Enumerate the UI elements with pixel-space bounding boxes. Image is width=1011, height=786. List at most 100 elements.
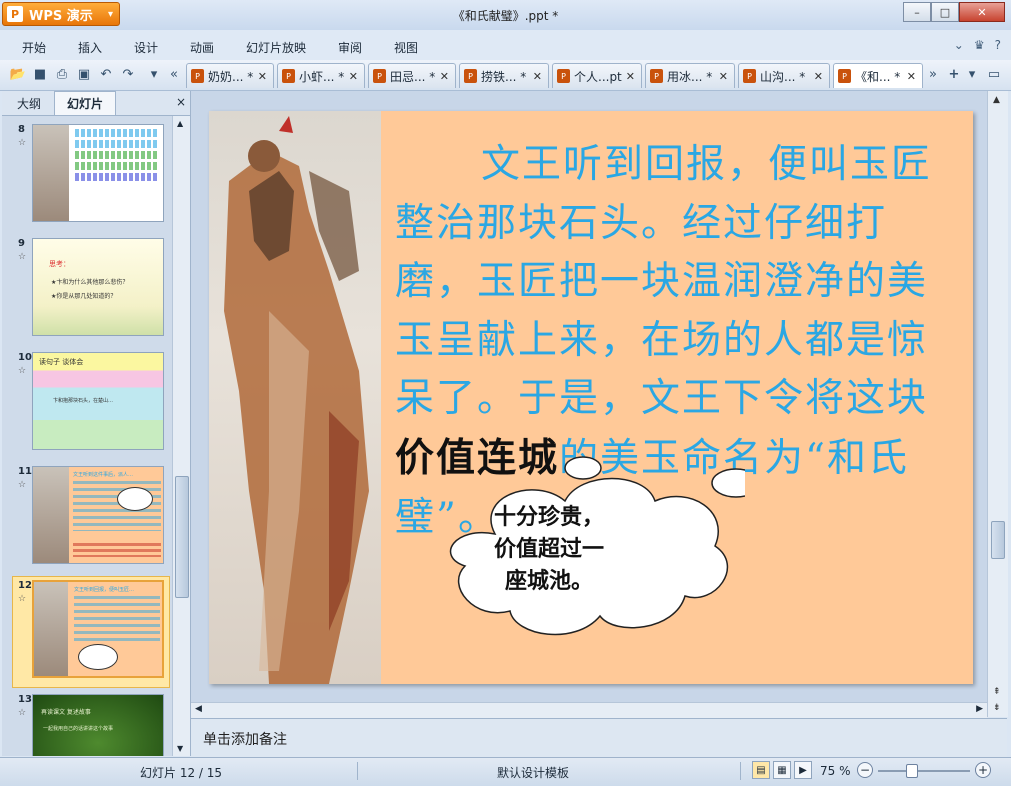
chevron-down-icon[interactable]: ⌄ bbox=[954, 38, 964, 52]
close-tab-icon[interactable]: ✕ bbox=[814, 70, 823, 83]
maximize-button[interactable]: □ bbox=[931, 2, 959, 22]
redo-icon[interactable]: ↷ bbox=[120, 66, 136, 82]
ppt-file-icon: P bbox=[743, 69, 756, 83]
open-folder-icon[interactable]: 📂 bbox=[10, 66, 26, 82]
doc-tab-1[interactable]: P 奶奶... * ✕ bbox=[186, 63, 274, 88]
save-icon[interactable]: ■ bbox=[32, 66, 48, 82]
doc-tab-8-active[interactable]: P 《和... * ✕ bbox=[833, 63, 923, 88]
panel-scrollbar[interactable]: ▲ ▼ bbox=[172, 116, 190, 756]
notes-pane[interactable]: 单击添加备注 bbox=[191, 718, 1007, 757]
tab-scroll-left-icon[interactable]: « bbox=[166, 66, 182, 82]
menu-view[interactable]: 视图 bbox=[394, 39, 418, 56]
thumb-line: 文王听到这件事后，派人… bbox=[73, 472, 134, 478]
editor-vertical-scrollbar[interactable]: ▲ ⇞ ⇟ bbox=[987, 91, 1008, 717]
menu-insert[interactable]: 插入 bbox=[78, 39, 102, 56]
ppt-file-icon: P bbox=[191, 69, 204, 83]
close-tab-icon[interactable]: ✕ bbox=[907, 70, 916, 83]
doc-tab-4[interactable]: P 捞铁... * ✕ bbox=[459, 63, 549, 88]
editor-scroll-thumb[interactable] bbox=[991, 521, 1005, 559]
warrior-image bbox=[34, 582, 68, 676]
doc-tab-2[interactable]: P 小虾... * ✕ bbox=[277, 63, 365, 88]
text-before-bold: 文王听到回报，便叫玉匠整治那块石头。经过仔细打磨，玉匠把一块温润澄净的美玉呈献上… bbox=[395, 142, 933, 422]
title-bar: P WPS 演示 ▾ 《和氏献璧》.ppt * – □ ✕ bbox=[0, 0, 1011, 30]
close-window-button[interactable]: ✕ bbox=[959, 2, 1005, 22]
slide-thumbnail-12[interactable]: 文王听到回报，便叫玉匠… bbox=[32, 580, 164, 678]
close-tab-icon[interactable]: ✕ bbox=[440, 70, 449, 83]
slide-thumbnail-8[interactable] bbox=[32, 124, 164, 222]
tab-outline[interactable]: 大纲 bbox=[4, 91, 54, 115]
close-tab-icon[interactable]: ✕ bbox=[349, 70, 358, 83]
next-slide-icon[interactable]: ⇟ bbox=[993, 703, 1001, 713]
customize-arrow-icon[interactable]: ▾ bbox=[146, 66, 162, 82]
window-title: 《和氏献璧》.ppt * bbox=[452, 9, 559, 23]
slide-thumbnail-10[interactable]: 读句子 谈体会 卞和抱那块石头，在楚山… bbox=[32, 352, 164, 450]
callout-line: 价值超过一 bbox=[493, 536, 604, 562]
normal-view-button[interactable]: ▤ bbox=[752, 761, 770, 779]
animation-star-icon: ☆ bbox=[18, 138, 27, 148]
thumb-line: 一起我用自己的话讲讲这个故事 bbox=[43, 726, 114, 732]
divider bbox=[357, 762, 358, 780]
template-name: 默认设计模板 bbox=[497, 766, 570, 780]
chevron-down-icon[interactable]: ▾ bbox=[964, 66, 980, 82]
prev-slide-icon[interactable]: ⇞ bbox=[993, 687, 1001, 697]
close-tab-icon[interactable]: ✕ bbox=[626, 70, 635, 83]
tab-scroll-right-icon[interactable]: » bbox=[925, 66, 941, 82]
scroll-right-icon[interactable]: ▶ bbox=[976, 704, 983, 714]
minimize-button[interactable]: – bbox=[903, 2, 931, 22]
scroll-down-icon[interactable]: ▼ bbox=[177, 744, 183, 753]
quick-access-toolbar: 📂 ■ ⎙ ▣ ↶ ↷ ▾ « P 奶奶... * ✕ P 小虾... * ✕ P 田忌.… bbox=[0, 60, 1011, 91]
tab-slides[interactable]: 幻灯片 bbox=[54, 91, 116, 115]
skin-icon[interactable]: ♛ bbox=[974, 38, 985, 52]
slide-number: 13 bbox=[18, 694, 32, 705]
doc-tab-7[interactable]: P 山沟... * ✕ bbox=[738, 63, 830, 88]
menu-animation[interactable]: 动画 bbox=[190, 39, 214, 56]
ppt-file-icon: P bbox=[282, 69, 295, 83]
close-panel-icon[interactable]: × bbox=[176, 95, 186, 109]
slideshow-button[interactable]: ▶ bbox=[794, 761, 812, 779]
close-tab-icon[interactable]: ✕ bbox=[719, 70, 728, 83]
menu-design[interactable]: 设计 bbox=[134, 39, 158, 56]
animation-star-icon: ☆ bbox=[18, 252, 27, 262]
scroll-left-icon[interactable]: ◀ bbox=[195, 704, 202, 714]
doc-tab-label: 奶奶... * bbox=[208, 69, 254, 84]
doc-tab-6[interactable]: P 用冰... * ✕ bbox=[645, 63, 735, 88]
panel-scroll-thumb[interactable] bbox=[175, 476, 189, 598]
menu-home[interactable]: 开始 bbox=[22, 39, 46, 56]
window-layout-icon[interactable]: ▭ bbox=[986, 66, 1002, 82]
warrior-picture[interactable] bbox=[209, 111, 381, 684]
print-preview-icon[interactable]: ▣ bbox=[76, 66, 92, 82]
doc-tab-5[interactable]: P 个人...pt ✕ bbox=[552, 63, 642, 88]
zoom-slider[interactable] bbox=[878, 770, 970, 772]
slide-thumbnail-11[interactable]: 文王听到这件事后，派人… bbox=[32, 466, 164, 564]
close-tab-icon[interactable]: ✕ bbox=[258, 70, 267, 83]
warrior-illustration-icon bbox=[224, 116, 369, 684]
undo-icon[interactable]: ↶ bbox=[98, 66, 114, 82]
zoom-level: 75 % bbox=[820, 764, 851, 778]
current-slide[interactable]: 文王听到回报，便叫玉匠整治那块石头。经过仔细打磨，玉匠把一块温润澄净的美玉呈献上… bbox=[209, 111, 973, 684]
doc-tab-label: 用冰... * bbox=[667, 69, 713, 84]
doc-tab-label: 捞铁... * bbox=[481, 69, 527, 84]
close-tab-icon[interactable]: ✕ bbox=[533, 70, 542, 83]
zoom-out-icon[interactable]: − bbox=[857, 762, 873, 778]
slide-counter: 幻灯片 12 / 15 bbox=[140, 766, 223, 780]
help-icon[interactable]: ? bbox=[995, 38, 1001, 52]
notes-placeholder[interactable]: 单击添加备注 bbox=[203, 729, 287, 749]
print-icon[interactable]: ⎙ bbox=[54, 66, 70, 82]
menu-slideshow[interactable]: 幻灯片放映 bbox=[246, 39, 306, 56]
window-controls: – □ ✕ bbox=[903, 2, 1005, 22]
slide-number: 10 bbox=[18, 352, 32, 363]
animation-star-icon: ☆ bbox=[18, 480, 27, 490]
zoom-slider-thumb[interactable] bbox=[906, 764, 918, 778]
new-tab-icon[interactable]: + bbox=[946, 66, 962, 82]
slide-thumbnail-9[interactable]: 思考： ★卞和为什么其他那么悲伤？ ★你是从那几处知道的？ bbox=[32, 238, 164, 336]
doc-tab-3[interactable]: P 田忌... * ✕ bbox=[368, 63, 456, 88]
scroll-up-icon[interactable]: ▲ bbox=[993, 95, 1000, 105]
scroll-up-icon[interactable]: ▲ bbox=[177, 119, 183, 128]
zoom-in-icon[interactable]: + bbox=[975, 762, 991, 778]
slide-number: 12 bbox=[18, 580, 32, 591]
slide-sorter-button[interactable]: ▦ bbox=[773, 761, 791, 779]
thumb-title: 再读课文 复述故事 bbox=[41, 709, 91, 716]
slide-thumbnail-13[interactable]: 再读课文 复述故事 一起我用自己的话讲讲这个故事 bbox=[32, 694, 164, 756]
editor-horizontal-scrollbar[interactable]: ◀ ▶ bbox=[191, 702, 987, 718]
menu-review[interactable]: 审阅 bbox=[338, 39, 362, 56]
